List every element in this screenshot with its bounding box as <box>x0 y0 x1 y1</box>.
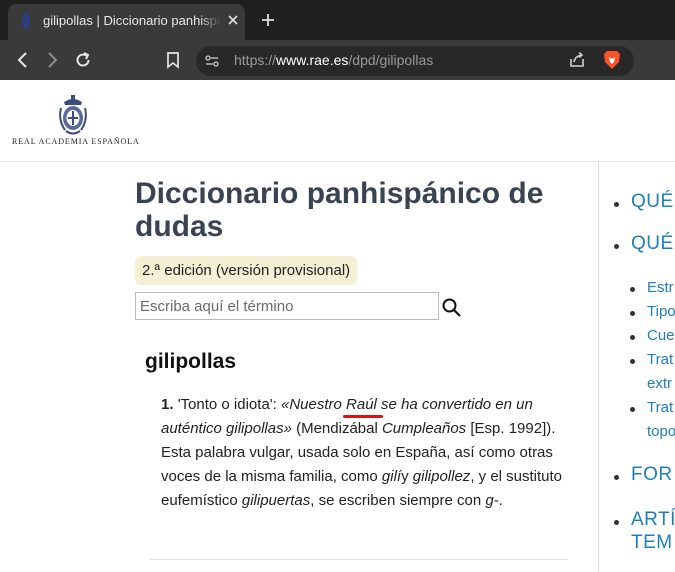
bullet-icon <box>630 311 635 316</box>
url-path: /dpd/gilipollas <box>348 52 434 68</box>
site-header: REAL ACADEMIA ESPAÑOLA <box>0 80 675 162</box>
related-word-gili: gilí <box>381 468 402 485</box>
bookmark-icon[interactable] <box>163 50 183 70</box>
related-word-gilipollez: gilipollez <box>412 468 471 485</box>
text-segment-3: , se escriben siempre con <box>310 492 486 509</box>
bullet-icon <box>614 520 619 525</box>
bullet-icon <box>614 202 619 207</box>
sidebar-item-que-1[interactable]: QUÉ <box>631 191 674 213</box>
red-underline-annotation <box>343 415 384 418</box>
brave-shields-icon[interactable] <box>603 50 621 70</box>
sidebar-subitem-cue[interactable]: Cue <box>647 327 675 344</box>
text-segment-4: . <box>498 492 503 509</box>
sidebar-subitem-tipo[interactable]: Tipo <box>647 303 675 320</box>
highlighted-name: Raúl <box>343 393 384 418</box>
sidebar-subitem-trat-1[interactable]: Trat <box>647 351 673 368</box>
sense-number: 1. <box>161 396 174 413</box>
url-scheme: https:// <box>234 52 277 68</box>
bullet-icon <box>630 407 635 412</box>
sidebar-item-que-2[interactable]: QUÉ <box>631 233 674 255</box>
bullet-icon <box>614 244 619 249</box>
sidebar-item-arti[interactable]: ARTÍ <box>631 509 675 531</box>
back-arrow-icon[interactable] <box>13 50 33 70</box>
search-icon[interactable] <box>441 297 462 318</box>
sidebar-subitem-trat-2-cont[interactable]: topo <box>647 423 675 440</box>
bullet-icon <box>614 475 619 480</box>
sidebar-subitem-estr[interactable]: Estr <box>647 279 674 296</box>
bullet-icon <box>630 359 635 364</box>
tab-title: gilipollas | Diccionario panhispánico de… <box>43 13 221 31</box>
forward-arrow-icon[interactable] <box>42 50 62 70</box>
rae-name: REAL ACADEMIA ESPAÑOLA <box>12 137 140 146</box>
share-icon[interactable] <box>568 51 586 69</box>
prefix-g: g- <box>485 492 499 509</box>
related-word-gilipuertas: gilipuertas <box>241 492 311 509</box>
bullet-icon <box>630 335 635 340</box>
navigation-toolbar: https://www.rae.es/dpd/gilipollas <box>0 40 675 80</box>
sidebar-subitem-trat-2[interactable]: Trat <box>647 399 673 416</box>
tab-strip: gilipollas | Diccionario panhispánico de… <box>0 0 675 40</box>
close-tab-icon[interactable] <box>226 13 240 27</box>
search-input[interactable] <box>135 292 439 320</box>
browser-tab-active[interactable]: gilipollas | Diccionario panhispánico de… <box>8 4 245 40</box>
sidebar-subitem-trat-1-cont[interactable]: extr <box>647 375 672 392</box>
sidebar-item-for[interactable]: FOR <box>631 464 673 486</box>
page-title: Diccionario panhispánico de dudas <box>135 177 544 243</box>
url-text[interactable]: https://www.rae.es/dpd/gilipollas <box>234 52 433 68</box>
example-quote-start: «Nuestro <box>280 396 347 413</box>
edition-badge: 2.ª edición (versión provisional) <box>135 256 358 285</box>
reload-icon[interactable] <box>73 50 93 70</box>
url-host: www.rae.es <box>276 52 349 68</box>
sidebar-item-arti-cont[interactable]: TEM <box>631 532 673 554</box>
source-work: Cumpleaños <box>381 420 467 437</box>
rae-crest-logo[interactable] <box>57 94 89 138</box>
bullet-icon <box>630 287 635 292</box>
text-segment-1: y <box>401 468 413 485</box>
sidebar-nav: QUÉ QUÉ Estr Tipo Cue Trat extr Trat top… <box>598 162 675 572</box>
rae-favicon-icon <box>22 13 30 29</box>
gloss: 'Tonto o idiota': <box>177 396 281 413</box>
site-settings-icon[interactable] <box>204 53 220 69</box>
page-viewport: REAL ACADEMIA ESPAÑOLA Diccionario panhi… <box>0 80 675 572</box>
entry-headword: gilipollas <box>145 350 237 373</box>
source-open: (Mendizábal <box>291 420 382 437</box>
definition-sense-1: 1. 'Tonto o idiota': «Nuestro Raúl se ha… <box>161 393 586 513</box>
new-tab-plus-icon[interactable] <box>258 10 278 30</box>
section-divider <box>150 559 568 560</box>
example-name: Raúl <box>346 396 377 413</box>
